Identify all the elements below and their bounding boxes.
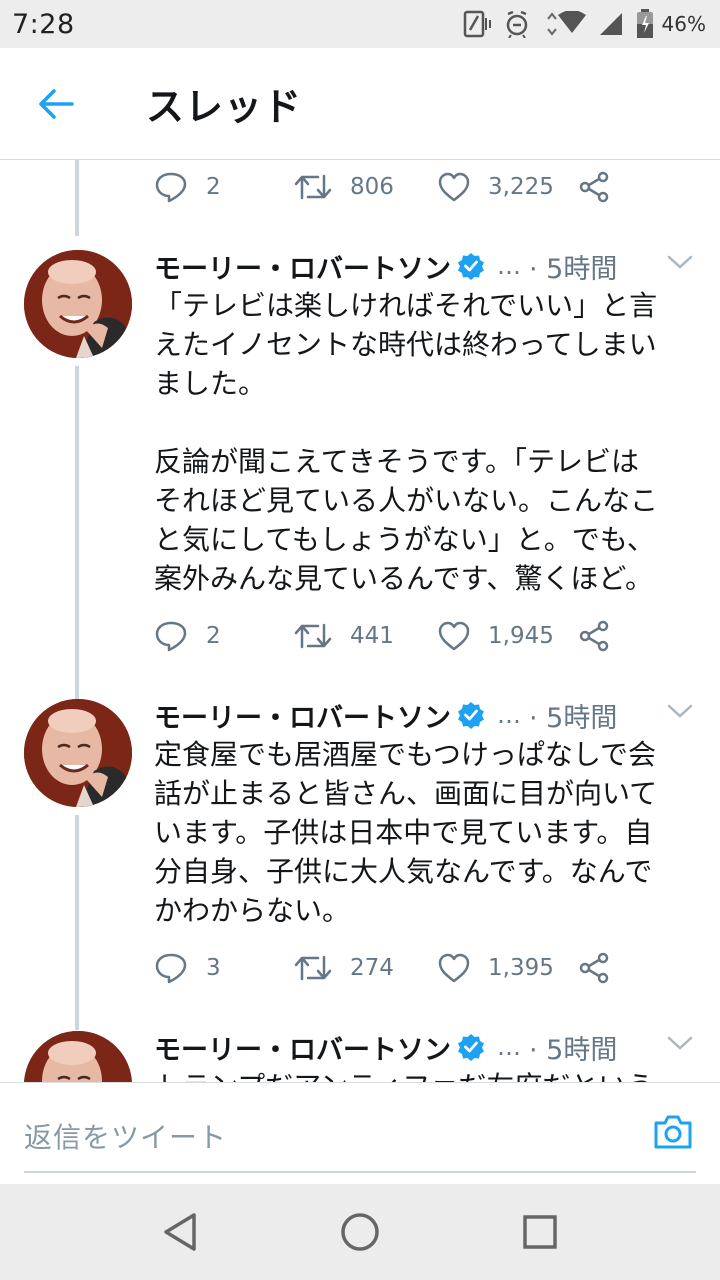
nav-recents-button[interactable] (500, 1192, 580, 1272)
like-button[interactable]: 3,225 (438, 167, 554, 207)
retweet-button[interactable]: 274 (294, 948, 394, 988)
camera-button[interactable] (652, 1113, 694, 1155)
nav-home-icon (341, 1213, 379, 1251)
tweet-timestamp[interactable]: · 5時間 (529, 1028, 617, 1067)
verified-badge-icon (457, 252, 485, 280)
tweet-text: 「テレビは楽しければそれでいい」と言 えたイノセントな時代は終わってしまい まし… (154, 289, 659, 595)
thread-timeline[interactable]: 2 806 3,225 モーリー・ロバートソン … · 5時間 「テレビは楽しけ… (0, 160, 720, 1082)
author-name[interactable]: モーリー・ロバートソン (154, 1028, 451, 1067)
reply-input[interactable]: 返信をツイート (24, 1101, 696, 1173)
tweet-timestamp[interactable]: · 5時間 (529, 696, 617, 735)
alarm-icon (506, 10, 527, 38)
share-button[interactable] (578, 167, 610, 207)
author-handle: … (497, 252, 521, 280)
avatar[interactable] (24, 250, 132, 358)
share-icon (579, 620, 609, 652)
reply-button[interactable]: 2 (154, 167, 221, 207)
reply-icon (155, 621, 187, 652)
tweet[interactable]: モーリー・ロバートソン … · 5時間 トランプだアンティファだ左府だという (0, 1029, 720, 1082)
retweet-icon (294, 955, 332, 981)
battery-percentage: 46% (661, 12, 706, 36)
caret-down-icon[interactable] (666, 252, 694, 276)
signal-icon (599, 13, 622, 35)
caret-down-icon[interactable] (666, 701, 694, 725)
share-icon (579, 171, 609, 203)
wifi-icon (546, 11, 586, 36)
author-name[interactable]: モーリー・ロバートソン (154, 696, 451, 735)
tweet[interactable]: モーリー・ロバートソン … · 5時間 「テレビは楽しければそれでいい」と言 え… (0, 248, 720, 698)
like-button[interactable]: 1,395 (438, 948, 554, 988)
author-handle: … (497, 701, 521, 729)
share-button[interactable] (578, 616, 610, 656)
reply-button[interactable]: 2 (154, 616, 221, 656)
avatar[interactable] (24, 1031, 132, 1082)
like-button[interactable]: 1,945 (438, 616, 554, 656)
author-handle: … (497, 1033, 521, 1061)
verified-badge-icon (457, 1033, 485, 1061)
tweet-timestamp[interactable]: · 5時間 (529, 247, 617, 286)
battery-icon (636, 9, 653, 38)
tweet-header: モーリー・ロバートソン … · 5時間 (154, 696, 694, 735)
status-bar: 7:28 46% (0, 0, 720, 48)
nav-recents-icon (523, 1215, 557, 1249)
caret-down-icon[interactable] (666, 1033, 694, 1057)
retweet-button[interactable]: 441 (294, 616, 394, 656)
like-icon (438, 621, 470, 651)
avatar[interactable] (24, 699, 132, 807)
reply-placeholder: 返信をツイート (24, 1121, 228, 1154)
status-time: 7:28 (12, 8, 75, 40)
share-icon (579, 952, 609, 984)
nav-back-icon (164, 1213, 196, 1251)
like-icon (438, 953, 470, 983)
reply-icon (155, 953, 187, 984)
reply-bar: 返信をツイート (0, 1082, 720, 1184)
back-arrow-icon (39, 88, 74, 119)
reply-icon (155, 172, 187, 203)
system-nav-bar (0, 1184, 720, 1280)
verified-badge-icon (457, 701, 485, 729)
retweet-button[interactable]: 806 (294, 167, 394, 207)
nav-back-button[interactable] (140, 1192, 220, 1272)
back-button[interactable] (28, 76, 84, 132)
share-button[interactable] (578, 948, 610, 988)
retweet-icon (294, 623, 332, 649)
like-icon (438, 172, 470, 202)
reply-button[interactable]: 3 (154, 948, 221, 988)
app-bar: スレッド (0, 48, 720, 160)
tweet-header: モーリー・ロバートソン … · 5時間 (154, 1028, 694, 1067)
tweet-text: 定食屋でも居酒屋でもつけっぱなしで会 話が止まると皆さん、画面に目が向いて いま… (154, 738, 658, 927)
camera-icon (654, 1115, 692, 1149)
page-title: スレッド (146, 85, 303, 129)
nav-home-button[interactable] (320, 1192, 400, 1272)
retweet-icon (294, 174, 332, 200)
nfc-icon (463, 10, 491, 38)
tweet-header: モーリー・ロバートソン … · 5時間 (154, 247, 694, 286)
author-name[interactable]: モーリー・ロバートソン (154, 247, 451, 286)
tweet[interactable]: モーリー・ロバートソン … · 5時間 定食屋でも居酒屋でもつけっぱなしで会 話… (0, 697, 720, 1027)
thread-connector (75, 160, 79, 236)
status-icons: 46% (462, 9, 706, 39)
tweet-text: トランプだアンティファだ左府だという (154, 1067, 694, 1082)
